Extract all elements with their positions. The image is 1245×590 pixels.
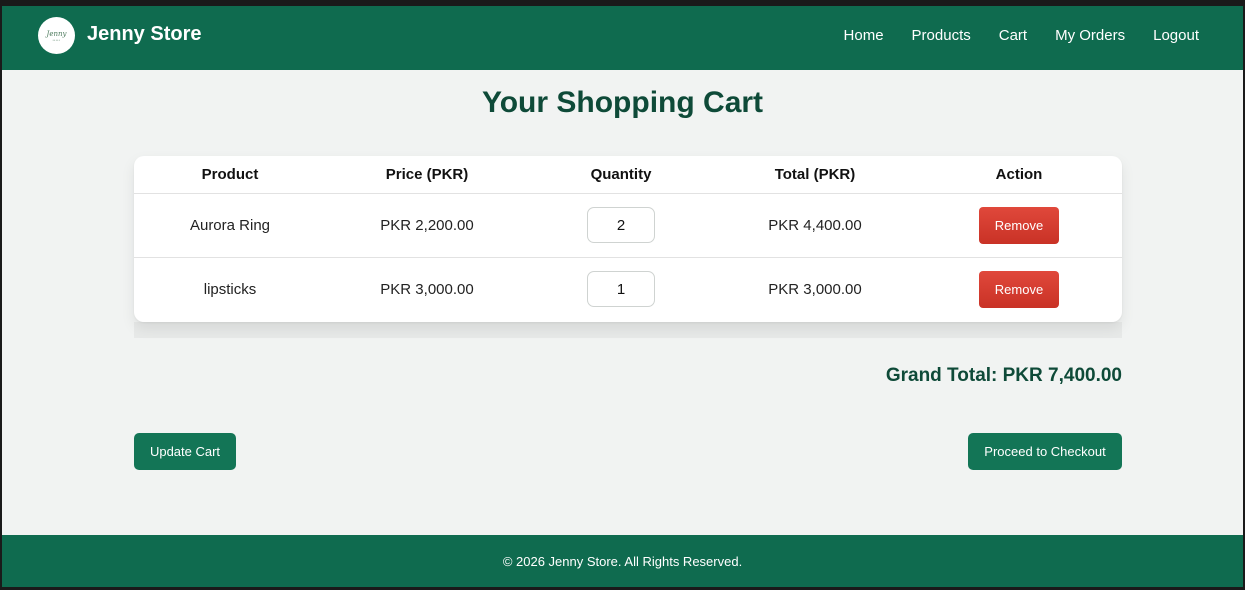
header-action: Action	[916, 156, 1122, 194]
table-header-row: Product Price (PKR) Quantity Total (PKR)…	[134, 156, 1122, 194]
nav-home[interactable]: Home	[844, 27, 884, 44]
nav-logout[interactable]: Logout	[1153, 27, 1199, 44]
cart-shadow	[134, 322, 1122, 338]
quantity-input[interactable]	[587, 271, 655, 308]
page-title: Your Shopping Cart	[481, 86, 764, 119]
proceed-to-checkout-button[interactable]: Proceed to Checkout	[968, 433, 1122, 470]
nav-my-orders[interactable]: My Orders	[1055, 27, 1125, 44]
logo-script: Jenny	[46, 29, 67, 38]
cell-price: PKR 3,000.00	[380, 280, 474, 298]
navbar: Jenny ••••• Jenny Store Home Products Ca…	[2, 6, 1243, 70]
cell-quantity	[528, 257, 714, 321]
brand-name[interactable]: Jenny Store	[87, 23, 201, 46]
header-quantity: Quantity	[528, 156, 714, 194]
cell-total: PKR 3,000.00	[768, 280, 862, 298]
logo-tagline-mark: •••••	[52, 37, 61, 42]
cart-table: Product Price (PKR) Quantity Total (PKR)…	[134, 156, 1122, 321]
header-total: Total (PKR)	[714, 156, 916, 194]
table-row: Aurora Ring PKR 2,200.00 PKR 4,400.00 Re…	[134, 193, 1122, 258]
table-row: lipsticks PKR 3,000.00 PKR 3,000.00 Remo…	[134, 257, 1122, 321]
cell-quantity	[528, 193, 714, 258]
grand-total: Grand Total: PKR 7,400.00	[885, 365, 1122, 386]
update-cart-button[interactable]: Update Cart	[134, 433, 236, 470]
cell-price: PKR 2,200.00	[326, 193, 528, 258]
nav-links: Home Products Cart My Orders Logout	[844, 27, 1199, 44]
cell-action: Remove	[916, 257, 1122, 321]
app-frame: Jenny ••••• Jenny Store Home Products Ca…	[2, 6, 1243, 587]
nav-products[interactable]: Products	[912, 27, 971, 44]
cell-product: Aurora Ring	[134, 193, 326, 258]
header-price: Price (PKR)	[326, 156, 528, 194]
cart-table-card: Product Price (PKR) Quantity Total (PKR)…	[134, 156, 1122, 322]
quantity-input[interactable]	[587, 207, 655, 243]
header-product: Product	[134, 156, 326, 194]
remove-button[interactable]: Remove	[979, 270, 1059, 308]
cell-product: lipsticks	[203, 280, 257, 298]
remove-button[interactable]: Remove	[979, 206, 1059, 244]
footer: © 2026 Jenny Store. All Rights Reserved.	[2, 535, 1243, 587]
cell-action: Remove	[916, 193, 1122, 258]
nav-cart[interactable]: Cart	[999, 27, 1027, 44]
footer-copyright: © 2026 Jenny Store. All Rights Reserved.	[502, 553, 743, 569]
store-logo[interactable]: Jenny •••••	[38, 17, 75, 54]
cell-total: PKR 4,400.00	[714, 193, 916, 258]
